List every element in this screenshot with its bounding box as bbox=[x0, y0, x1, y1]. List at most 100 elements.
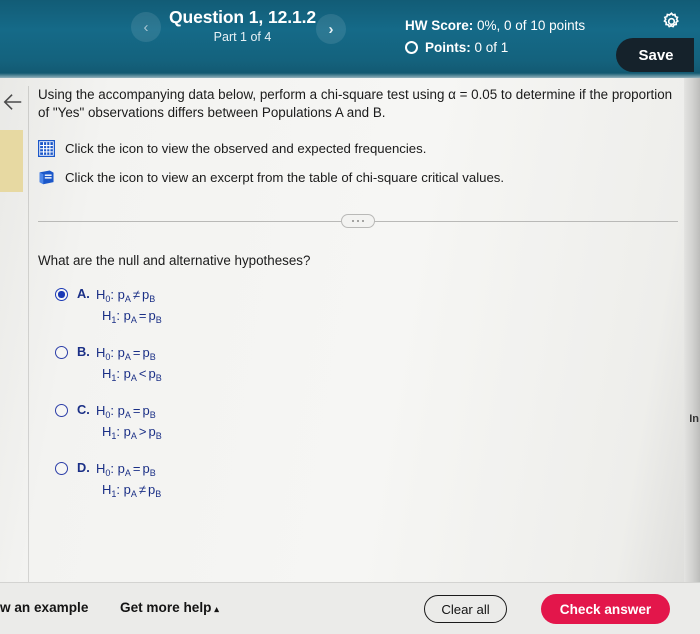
radio-button-d[interactable] bbox=[55, 462, 68, 475]
next-question-button[interactable]: › bbox=[316, 14, 346, 44]
right-subscript: B bbox=[149, 468, 156, 478]
operator: > bbox=[138, 424, 147, 439]
resource-link-critical-values[interactable]: Click the icon to view an excerpt from t… bbox=[38, 169, 682, 186]
hypothesis-index: 0 bbox=[105, 410, 111, 420]
back-arrow-icon[interactable] bbox=[2, 90, 24, 114]
operator: ≠ bbox=[132, 287, 141, 302]
chevron-right-icon: › bbox=[328, 20, 334, 38]
hypothesis-symbol: H bbox=[96, 287, 106, 302]
answer-choice-list: A. H0: pA ≠ pB H1: pA = pB B. H0: pA = p… bbox=[38, 285, 682, 501]
left-subscript: A bbox=[124, 294, 131, 304]
operator: ≠ bbox=[138, 482, 147, 497]
answer-choice-a[interactable]: A. H0: pA ≠ pB H1: pA = pB bbox=[38, 285, 682, 327]
left-subscript: A bbox=[130, 489, 137, 499]
hypothesis-index: 1 bbox=[111, 315, 117, 325]
answer-choice-c[interactable]: C. H0: pA = pB H1: pA > pB bbox=[38, 401, 682, 443]
resource-link-label: Click the icon to view the observed and … bbox=[65, 141, 427, 156]
hypothesis-symbol: H bbox=[102, 482, 112, 497]
save-button[interactable]: Save bbox=[616, 38, 694, 72]
hypothesis-index: 1 bbox=[111, 373, 117, 383]
hypothesis-index: 0 bbox=[105, 352, 111, 362]
radio-button-b[interactable] bbox=[55, 346, 68, 359]
hypothesis-line: H1: pA ≠ pB bbox=[102, 482, 162, 499]
resource-link-label: Click the icon to view an excerpt from t… bbox=[65, 170, 505, 185]
hw-score-value: 0%, 0 of 10 points bbox=[477, 18, 586, 33]
hypothesis-line: H0: pA = pB bbox=[96, 461, 156, 478]
hypothesis-index: 1 bbox=[111, 431, 117, 441]
left-subscript: A bbox=[130, 373, 137, 383]
answer-choice-d[interactable]: D. H0: pA = pB H1: pA ≠ pB bbox=[38, 459, 682, 501]
right-subscript: B bbox=[155, 431, 162, 441]
get-more-help-label: Get more help bbox=[120, 600, 212, 615]
radio-button-c[interactable] bbox=[55, 404, 68, 417]
points-circle-icon bbox=[405, 41, 418, 54]
section-divider bbox=[38, 214, 678, 228]
operator: = bbox=[138, 308, 147, 323]
clear-all-button[interactable]: Clear all bbox=[424, 595, 507, 623]
left-term: p bbox=[123, 308, 131, 323]
right-term: p bbox=[148, 308, 156, 323]
dot bbox=[361, 219, 365, 223]
choice-letter: D. bbox=[77, 460, 90, 475]
choice-hypotheses: H0: pA = pB H1: pA > pB bbox=[96, 401, 162, 443]
right-term: p bbox=[142, 345, 150, 360]
gear-icon[interactable] bbox=[661, 11, 682, 32]
hypothesis-index: 0 bbox=[105, 294, 111, 304]
right-term: p bbox=[142, 403, 150, 418]
question-prompt: Using the accompanying data below, perfo… bbox=[38, 87, 673, 120]
operator: < bbox=[138, 366, 147, 381]
radio-button-a[interactable] bbox=[55, 288, 68, 301]
page-right-edge bbox=[684, 78, 700, 584]
right-term: p bbox=[142, 461, 150, 476]
right-term: p bbox=[148, 424, 156, 439]
answer-choice-b[interactable]: B. H0: pA = pB H1: pA < pB bbox=[38, 343, 682, 385]
question-title: Question 1, 12.1.2 bbox=[168, 7, 316, 27]
right-subscript: B bbox=[149, 294, 156, 304]
right-term: p bbox=[148, 366, 156, 381]
hypothesis-line: H1: pA = pB bbox=[102, 308, 162, 325]
choice-letter: B. bbox=[77, 344, 90, 359]
right-subscript: B bbox=[149, 352, 156, 362]
chevron-left-icon: ‹ bbox=[143, 18, 149, 36]
left-term: p bbox=[117, 461, 125, 476]
choice-hypotheses: H0: pA = pB H1: pA < pB bbox=[96, 343, 162, 385]
points-value: 0 of 1 bbox=[474, 40, 509, 55]
left-term: p bbox=[117, 345, 125, 360]
hypothesis-line: H1: pA > pB bbox=[102, 424, 162, 441]
points-label: Points: bbox=[425, 40, 471, 55]
sub-question-text: What are the null and alternative hypoth… bbox=[38, 253, 311, 268]
score-summary: HW Score: 0%, 0 of 10 points Points: 0 o… bbox=[405, 15, 585, 58]
view-example-link[interactable]: w an example bbox=[0, 600, 88, 615]
dot bbox=[356, 219, 360, 223]
left-subscript: A bbox=[124, 410, 131, 420]
operator: = bbox=[132, 345, 141, 360]
choice-letter: C. bbox=[77, 402, 90, 417]
left-term: p bbox=[123, 366, 131, 381]
content-left-divider bbox=[28, 86, 29, 584]
right-subscript: B bbox=[149, 410, 156, 420]
action-footer-bar: w an example Get more help ▴ Clear all Ch… bbox=[0, 582, 700, 634]
hypothesis-symbol: H bbox=[96, 461, 106, 476]
choice-letter: A. bbox=[77, 286, 90, 301]
left-term: p bbox=[123, 482, 131, 497]
left-term: p bbox=[117, 287, 125, 302]
check-answer-button[interactable]: Check answer bbox=[541, 594, 670, 624]
left-term: p bbox=[117, 403, 125, 418]
divider-expand-button[interactable] bbox=[341, 214, 375, 228]
clipped-right-text: In bbox=[689, 413, 699, 425]
left-subscript: A bbox=[124, 352, 131, 362]
sidebar-highlight-strip bbox=[0, 130, 23, 192]
hypothesis-line: H0: pA = pB bbox=[96, 345, 156, 362]
left-subscript: A bbox=[130, 431, 137, 441]
resource-link-frequencies[interactable]: Click the icon to view the observed and … bbox=[37, 139, 682, 158]
hw-score-row: HW Score: 0%, 0 of 10 points bbox=[405, 15, 585, 36]
choice-hypotheses: H0: pA = pB H1: pA ≠ pB bbox=[96, 459, 161, 501]
table-grid-icon bbox=[37, 139, 56, 158]
get-more-help-button[interactable]: Get more help ▴ bbox=[120, 600, 219, 615]
hypothesis-line: H0: pA ≠ pB bbox=[96, 287, 156, 304]
operator: = bbox=[132, 403, 141, 418]
hypothesis-line: H0: pA = pB bbox=[96, 403, 156, 420]
book-icon bbox=[38, 169, 55, 186]
hypothesis-symbol: H bbox=[102, 424, 112, 439]
left-term: p bbox=[123, 424, 131, 439]
